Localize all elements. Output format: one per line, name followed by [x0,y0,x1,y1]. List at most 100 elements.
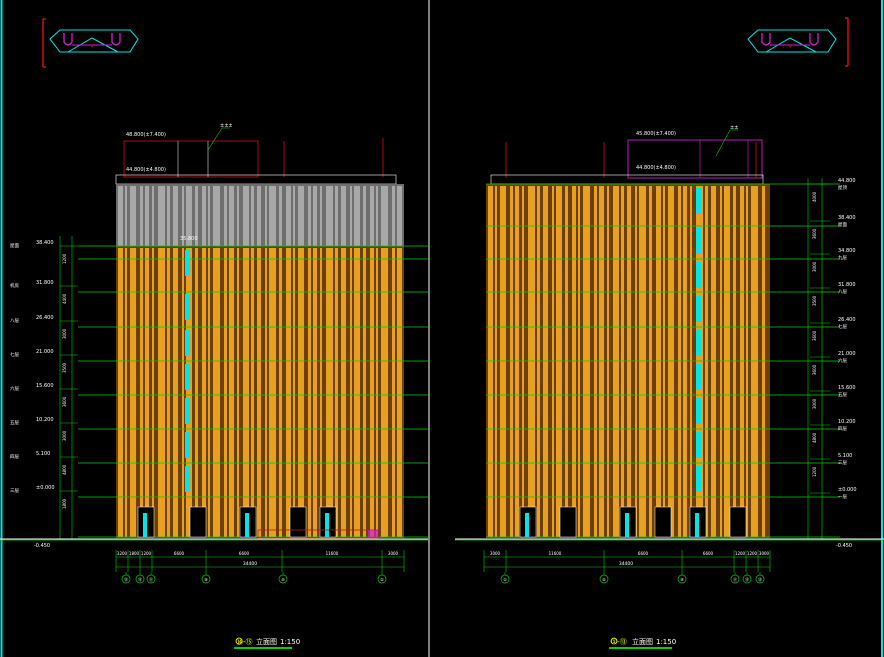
left-vertical-dimension: 1800 [62,498,67,509]
right-floor-name: 屋面 [838,222,847,228]
left-facade-fin [298,248,304,537]
left-parapet-fin [213,186,220,246]
left-roof-level-top: 48.800(±7.400) [126,132,166,138]
left-level-label: 5.100 [36,451,50,457]
right-level-label: 38.400 [838,215,856,221]
right-facade-fin [705,186,708,537]
right-facade-fin [522,186,524,537]
right-vertical-dimension: 4800 [812,432,817,443]
left-parapet-fin [237,186,239,246]
right-facade-fin [556,186,562,537]
left-parapet-fin [125,186,127,246]
right-level-label: 21.000 [838,351,856,357]
right-cyan-window [696,432,701,458]
right-facade-fin [528,186,535,537]
right-facade-fin [500,186,506,537]
right-bottom-dimension: 1200 [735,551,746,556]
left-parapet-fin [320,186,322,246]
left-facade-fin [229,248,234,537]
left-floor-name: 七层 [10,351,19,358]
left-facade-fin [167,248,170,537]
left-facade-fin [326,248,333,537]
right-facade-fin [607,186,609,537]
left-bottom-dimension: 6600 [174,551,185,556]
right-vertical-dimension: 3500 [812,295,817,306]
left-floor-name: 屋面 [10,243,19,249]
left-level-label: 15.600 [36,383,54,389]
left-parapet-fin [376,186,378,246]
left-elevation[interactable]: ±±± 48.800(±7.400) 44.800(±4.800) 35.800… [0,123,430,649]
right-axis-label: ⑫ [745,576,749,582]
right-vertical-dimension: 3600 [812,228,817,239]
right-floor-name: 九层 [838,254,847,261]
left-caption: ⑭-⑮ 立面图 1:150 [234,637,300,649]
left-parapet-fin [335,186,338,246]
left-facade-fin [130,248,136,537]
left-entrance-door-glass [325,513,329,537]
left-bottom-dimension: 11600 [326,551,339,556]
left-parapet-fin [145,186,149,246]
right-facade-fin [572,186,576,537]
left-floor-name: 八层 [10,318,19,324]
cad-drawing-canvas[interactable]: + + ±±± 48.800(±7.400) 44.800(±4.800) 35… [0,0,884,657]
left-facade-fin [173,248,178,537]
left-parapet-fin [370,186,374,246]
right-facade-fin [594,186,597,537]
left-parapet-fin [208,186,210,246]
left-level-label: 10.200 [36,417,54,423]
right-bottom-dimension: 11600 [549,551,562,556]
left-parapet-fin [279,186,282,246]
left-cyan-window [185,364,190,390]
left-entrance-door-glass [143,513,147,537]
left-facade-fin [392,248,395,537]
right-floor-name: 屋顶 [838,185,847,191]
left-floor-name: 机房 [10,282,19,289]
right-facade-fin [762,186,765,537]
left-parapet-fin [257,186,261,246]
right-bottom-dimension: 6600 [638,551,649,556]
left-parapet-fin [158,186,165,246]
left-caption-tag: ⑭-⑮ [236,638,253,646]
left-vertical-dimension: 4400 [62,293,67,304]
left-cyan-window [185,466,190,492]
right-bottom-dimension: 6600 [703,551,714,556]
svg-text:+: + [90,44,94,50]
right-facade-fin [668,186,674,537]
left-facade-fin [202,248,206,537]
left-parapet-fin [350,186,352,246]
left-parapet-fin [229,186,234,246]
right-facade-fin [690,186,692,537]
right-facade-fin [678,186,681,537]
right-vertical-dimension: 1200 [812,466,817,477]
right-caption-title: 立面图 [632,637,653,646]
left-vertical-dimension: 3600 [62,396,67,407]
right-bottom-dimension: 3000 [490,551,501,556]
left-parapet-fin [397,186,402,246]
right-facade-fin [720,186,722,537]
right-total-dimension: 34400 [619,561,633,567]
left-parapet-fin [224,186,227,246]
right-ground-level: -0.450 [836,543,852,549]
right-roof-level-low: 44.800(±4.800) [636,165,676,171]
right-facade-fin [639,186,646,537]
left-parapet-fin [265,186,267,246]
right-axis-label: ⑤ [602,577,606,582]
right-facade-fin [583,186,590,537]
left-facade-fin [308,248,311,537]
left-floor-name: 六层 [10,385,19,392]
left-facade-fin [265,248,267,537]
right-level-label: 44.800 [838,178,856,184]
right-cyan-window [696,466,701,492]
right-facade-fin [613,186,619,537]
left-facade-fin [257,248,261,537]
right-elevation[interactable]: ±± 45.800(±7.400) 44.800(±4.800) 44.800屋… [455,125,884,649]
left-cyan-window [185,432,190,458]
left-axis-label: ⑫ [138,576,142,582]
left-caption-scale: 1:150 [280,638,300,646]
left-parapet-fin [392,186,395,246]
left-facade-fin [370,248,374,537]
left-caption-title: 立面图 [256,637,277,646]
right-caption: ①-⑬ 立面图 1:150 [609,637,676,649]
right-facade-fin [543,186,548,537]
left-facade-fin [158,248,165,537]
